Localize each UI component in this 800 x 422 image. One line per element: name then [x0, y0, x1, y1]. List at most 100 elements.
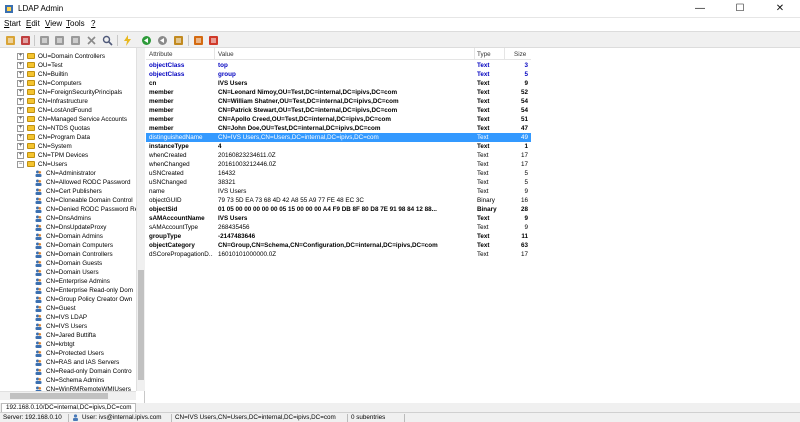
tree-node[interactable]: + CN=Program Data: [0, 133, 136, 142]
collapse-icon[interactable]: −: [17, 161, 24, 168]
tree-node[interactable]: + CN=LostAndFound: [0, 106, 136, 115]
tree-node[interactable]: CN=Enterprise Read-only Dom: [0, 286, 136, 295]
close-button[interactable]: ✕: [760, 0, 800, 18]
tree-node[interactable]: CN=Jared Buttifta: [0, 331, 136, 340]
edit-entry-icon[interactable]: [54, 35, 65, 46]
tree-node[interactable]: CN=Cloneable Domain Control: [0, 196, 136, 205]
attribute-row[interactable]: member CN=William Shatner,OU=Test,DC=inte…: [146, 97, 531, 106]
tree-node[interactable]: CN=Protected Users: [0, 349, 136, 358]
tree-node[interactable]: + CN=NTDS Quotas: [0, 124, 136, 133]
tree-horizontal-scrollbar[interactable]: [0, 391, 136, 400]
tree-node[interactable]: CN=Administrator: [0, 169, 136, 178]
tree-node[interactable]: CN=Cert Publishers: [0, 187, 136, 196]
attribute-row[interactable]: objectClass top Text 3: [146, 61, 531, 70]
expand-icon[interactable]: +: [17, 152, 24, 159]
tree-vscroll-thumb[interactable]: [138, 270, 144, 380]
minimize-button[interactable]: —: [680, 0, 720, 18]
tree-node[interactable]: CN=DnsAdmins: [0, 214, 136, 223]
tree-node[interactable]: CN=Enterprise Admins: [0, 277, 136, 286]
attribute-row[interactable]: whenChanged 20161003212446.0Z Text 17: [146, 160, 531, 169]
tree-node[interactable]: CN=Domain Controllers: [0, 250, 136, 259]
menu-start[interactable]: Start: [4, 19, 21, 28]
attribute-row[interactable]: sAMAccountType 268435456 Text 9: [146, 223, 531, 232]
attribute-row[interactable]: objectCategory CN=Group,CN=Schema,CN=Conf…: [146, 241, 531, 250]
attribute-row[interactable]: objectClass group Text 5: [146, 70, 531, 79]
attribute-row[interactable]: sAMAccountName IVS Users Text 9: [146, 214, 531, 223]
tree-node[interactable]: CN=Group Policy Creator Own: [0, 295, 136, 304]
tree-node[interactable]: CN=DnsUpdateProxy: [0, 223, 136, 232]
expand-icon[interactable]: +: [17, 89, 24, 96]
tree-node[interactable]: + CN=Managed Service Accounts: [0, 115, 136, 124]
tree-node[interactable]: CN=Schema Admins: [0, 376, 136, 385]
tree-node[interactable]: + CN=Infrastructure: [0, 97, 136, 106]
menu-edit[interactable]: Edit: [26, 19, 40, 28]
tree-node[interactable]: CN=RAS and IAS Servers: [0, 358, 136, 367]
attribute-row[interactable]: groupType -2147483646 Text 11: [146, 232, 531, 241]
expand-icon[interactable]: +: [17, 53, 24, 60]
attribute-row[interactable]: instanceType 4 Text 1: [146, 142, 531, 151]
attribute-row[interactable]: whenCreated 20160823234611.0Z Text 17: [146, 151, 531, 160]
copy-icon[interactable]: [70, 35, 81, 46]
expand-icon[interactable]: +: [17, 116, 24, 123]
tree-node[interactable]: CN=Denied RODC Password Re: [0, 205, 138, 214]
search-icon[interactable]: [102, 35, 113, 46]
directory-tree[interactable]: + OU=Domain Controllers + OU=Test + CN=Builti…: [0, 48, 145, 403]
bolt-icon[interactable]: [122, 35, 133, 46]
maximize-button[interactable]: ☐: [720, 0, 760, 18]
connection-tab[interactable]: 192.168.0.10/DC=internal,DC=ipivs,DC=com: [1, 403, 137, 412]
schema-icon[interactable]: [173, 35, 184, 46]
expand-icon[interactable]: +: [17, 107, 24, 114]
attribute-row[interactable]: cn IVS Users Text 9: [146, 79, 531, 88]
attribute-row[interactable]: member CN=Leonard Nimoy,OU=Test,DC=intern…: [146, 88, 531, 97]
attribute-row[interactable]: name IVS Users Text 9: [146, 187, 531, 196]
tree-node[interactable]: + CN=TPM Devices: [0, 151, 136, 160]
expand-icon[interactable]: +: [17, 62, 24, 69]
attribute-row[interactable]: distinguishedName CN=IVS Users,CN=Users,D…: [146, 133, 531, 142]
tree-node[interactable]: CN=Domain Users: [0, 268, 136, 277]
attribute-row[interactable]: member CN=Apollo Creed,OU=Test,DC=interna…: [146, 115, 531, 124]
attribute-row[interactable]: objectGUID 79 73 5D EA 73 68 4D 42 A8 55 …: [146, 196, 531, 205]
tree-node[interactable]: CN=Guest: [0, 304, 136, 313]
refresh-icon[interactable]: [141, 35, 152, 46]
tree-node[interactable]: + CN=System: [0, 142, 136, 151]
attribute-row[interactable]: member CN=Patrick Stewart,OU=Test,DC=inte…: [146, 106, 531, 115]
expand-icon[interactable]: +: [17, 71, 24, 78]
menu-view[interactable]: View: [45, 19, 62, 28]
tree-node[interactable]: CN=IVS LDAP: [0, 313, 136, 322]
tree-node[interactable]: + CN=ForeignSecurityPrincipals: [0, 88, 136, 97]
menu-tools[interactable]: Tools: [66, 19, 85, 28]
tree-node[interactable]: CN=Domain Computers: [0, 241, 136, 250]
expand-icon[interactable]: +: [17, 80, 24, 87]
connect-icon[interactable]: [5, 35, 16, 46]
tree-node[interactable]: CN=Domain Guests: [0, 259, 136, 268]
back-icon[interactable]: [157, 35, 168, 46]
tree-node[interactable]: CN=krbtgt: [0, 340, 136, 349]
info-icon[interactable]: [208, 35, 219, 46]
attribute-row[interactable]: dSCorePropagationD... 16010101000000.0Z Te…: [146, 250, 531, 259]
tree-node[interactable]: + OU=Test: [0, 61, 136, 70]
new-entry-icon[interactable]: [39, 35, 50, 46]
tree-hscroll-thumb[interactable]: [10, 393, 108, 399]
tree-node[interactable]: CN=Allowed RODC Password: [0, 178, 136, 187]
attribute-row[interactable]: objectSid 01 05 00 00 00 00 00 05 15 00 0…: [146, 205, 531, 214]
tree-node[interactable]: CN=Read-only Domain Contro: [0, 367, 136, 376]
expand-icon[interactable]: +: [17, 134, 24, 141]
delete-icon[interactable]: [86, 35, 97, 46]
tree-node[interactable]: + OU=Domain Controllers: [0, 52, 136, 61]
attribute-row[interactable]: member CN=John Doe,OU=Test,DC=internal,DC…: [146, 124, 531, 133]
tree-node[interactable]: − CN=Users: [0, 160, 136, 169]
tree-node[interactable]: CN=IVS Users: [0, 322, 136, 331]
column-header-size[interactable]: Size: [514, 51, 526, 58]
tree-vertical-scrollbar[interactable]: [136, 48, 145, 391]
expand-icon[interactable]: +: [17, 98, 24, 105]
attribute-row[interactable]: uSNCreated 16432 Text 5: [146, 169, 531, 178]
menu-help[interactable]: ?: [91, 19, 95, 28]
attribute-row[interactable]: uSNChanged 38321 Text 5: [146, 178, 531, 187]
column-header-value[interactable]: Value: [218, 51, 234, 58]
expand-icon[interactable]: +: [17, 125, 24, 132]
column-header-type[interactable]: Type: [477, 51, 491, 58]
tree-node[interactable]: + CN=Builtin: [0, 70, 136, 79]
column-header-attribute[interactable]: Attribute: [149, 51, 172, 58]
tree-node[interactable]: + CN=Computers: [0, 79, 136, 88]
disconnect-icon[interactable]: [20, 35, 31, 46]
